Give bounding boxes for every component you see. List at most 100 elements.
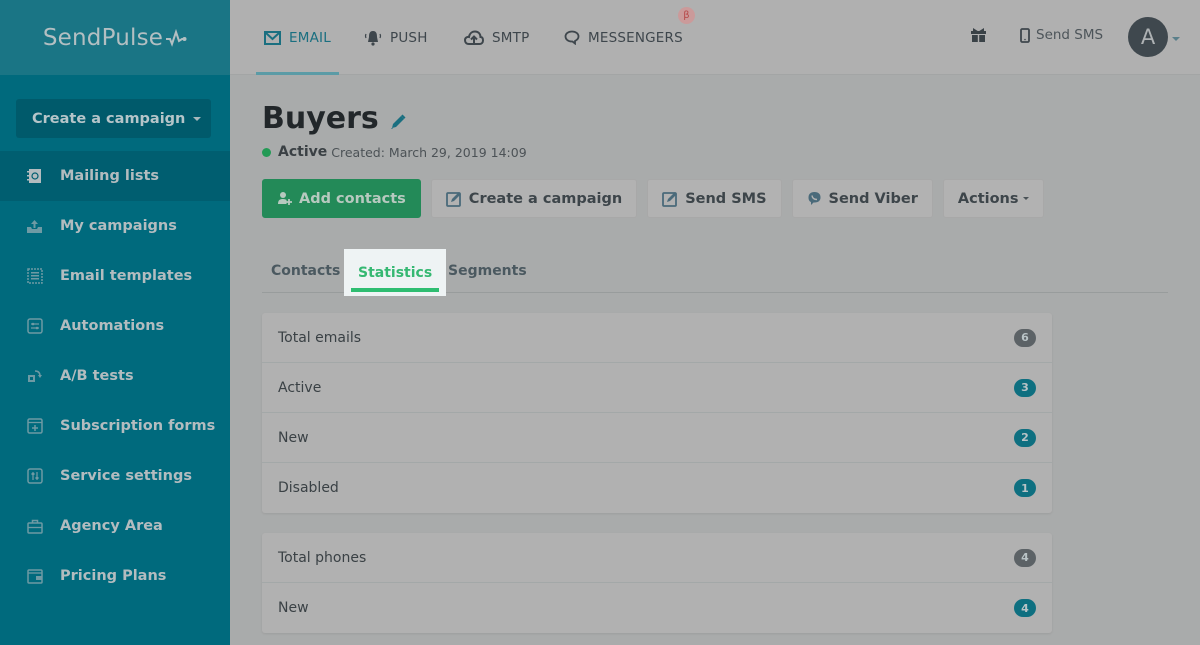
top-tab-label: SMTP [492, 29, 530, 46]
pencil-icon[interactable] [389, 113, 407, 131]
phone-stats-card: Total phones 4 New 4 [262, 533, 1052, 633]
count-badge: 1 [1014, 479, 1036, 497]
top-tab-label: EMAIL [289, 29, 331, 46]
caret-down-icon[interactable] [193, 117, 201, 121]
actions-dropdown-button[interactable]: Actions [942, 179, 1044, 218]
main-content: Buyers Active Created: March 29, 2019 14… [230, 76, 1200, 645]
status-badge: Active [278, 144, 328, 160]
list-meta: Active Created: March 29, 2019 14:09 [262, 144, 527, 160]
sidebar-item-subscription-forms[interactable]: Subscription forms [0, 401, 230, 451]
create-campaign-label: Create a campaign [32, 110, 186, 127]
send-sms-link[interactable]: Send SMS [1020, 0, 1103, 70]
settings-sliders-icon [26, 468, 43, 485]
sidebar-item-label: My campaigns [60, 218, 177, 234]
add-user-icon [277, 191, 292, 206]
page-title: Buyers [262, 101, 379, 136]
sidebar-nav: Mailing lists My campaigns Email templat… [0, 151, 230, 601]
send-sms-label: Send SMS [1036, 27, 1104, 43]
created-date: Created: March 29, 2019 14:09 [331, 144, 527, 160]
sidebar-item-pricing-plans[interactable]: Pricing Plans [0, 551, 230, 601]
send-sms-button[interactable]: Send SMS [647, 179, 782, 218]
create-campaign-action-button[interactable]: Create a campaign [430, 179, 638, 218]
sidebar-item-label: A/B tests [60, 368, 134, 384]
tab-contacts[interactable]: Contacts [271, 249, 340, 293]
top-tab-smtp[interactable]: SMTP [464, 0, 529, 75]
stats-row: Active 3 [262, 363, 1052, 413]
sidebar-item-agency-area[interactable]: Agency Area [0, 501, 230, 551]
sidebar-item-label: Mailing lists [60, 168, 160, 184]
sidebar-item-email-templates[interactable]: Email templates [0, 251, 230, 301]
tab-label: Contacts [271, 263, 341, 279]
top-tab-label: MESSENGERS [588, 29, 683, 46]
stats-row: Disabled 1 [262, 463, 1052, 513]
top-bar: EMAIL PUSH SMTP MESSENGERS β Send SMS A [230, 0, 1200, 75]
sidebar-item-label: Agency Area [60, 518, 163, 534]
button-label: Add contacts [299, 190, 406, 207]
stat-label: Disabled [278, 480, 339, 496]
form-icon [26, 418, 43, 435]
beta-badge: β [678, 7, 695, 24]
add-contacts-button[interactable]: Add contacts [262, 179, 421, 218]
email-stats-card: Total emails 6 Active 3 New 2 Disabled 1 [262, 313, 1052, 513]
status-dot [262, 147, 271, 157]
count-badge: 6 [1014, 328, 1036, 347]
logo[interactable]: SendPulse [43, 25, 187, 51]
sidebar-item-label: Automations [60, 318, 165, 334]
viber-icon [807, 191, 822, 206]
automation-icon [26, 318, 43, 335]
ab-test-icon [26, 368, 43, 385]
edit-square-icon [445, 191, 462, 207]
action-buttons: Add contacts Create a campaign Send SMS … [262, 179, 1044, 218]
sidebar-item-mailing-lists[interactable]: Mailing lists [0, 151, 230, 201]
gift-icon[interactable] [970, 26, 987, 47]
caret-down-icon[interactable] [1172, 37, 1180, 41]
caret-down-icon [1022, 197, 1029, 200]
tab-segments[interactable]: Segments [448, 249, 527, 293]
sidebar: SendPulse Create a campaign Mailing list… [0, 0, 230, 645]
count-badge: 2 [1014, 428, 1036, 447]
template-icon [26, 268, 43, 285]
create-campaign-button[interactable]: Create a campaign [16, 99, 211, 138]
upload-tray-icon [26, 218, 43, 235]
count-badge: 4 [1014, 599, 1036, 617]
tab-label: Segments [448, 263, 527, 279]
stat-label: New [278, 600, 309, 616]
chat-bubble-icon [564, 30, 580, 45]
sidebar-item-my-campaigns[interactable]: My campaigns [0, 201, 230, 251]
edit-square-icon [662, 191, 678, 207]
sidebar-item-label: Service settings [60, 468, 192, 484]
stat-label: Active [278, 379, 322, 396]
button-label: Send Viber [828, 190, 918, 207]
sidebar-item-label: Subscription forms [60, 418, 216, 434]
top-tab-label: PUSH [390, 29, 428, 46]
button-label: Create a campaign [468, 190, 623, 207]
sidebar-item-ab-tests[interactable]: A/B tests [0, 351, 230, 401]
button-label: Send SMS [685, 190, 767, 207]
send-viber-button[interactable]: Send Viber [791, 179, 933, 218]
brand-name: SendPulse [42, 24, 164, 51]
logo-area: SendPulse [0, 0, 230, 75]
tab-statistics[interactable]: Statistics [344, 249, 447, 296]
button-label: Actions [957, 190, 1019, 207]
pulse-icon [166, 28, 187, 47]
top-tab-email[interactable]: EMAIL [256, 0, 339, 75]
list-tabs: Contacts Statistics Segments [262, 249, 1168, 296]
stats-row: New 4 [262, 583, 1052, 633]
envelope-icon [264, 30, 281, 45]
stat-label: Total emails [278, 329, 362, 346]
cloud-upload-icon [464, 30, 484, 45]
sidebar-item-service-settings[interactable]: Service settings [0, 451, 230, 501]
wallet-icon [26, 568, 43, 585]
stats-row: Total phones 4 [262, 533, 1052, 583]
top-tab-messengers[interactable]: MESSENGERS [564, 0, 683, 75]
sidebar-item-label: Email templates [60, 268, 193, 284]
bell-icon [364, 30, 382, 46]
title-row: Buyers [262, 101, 407, 136]
mailing-list-icon [26, 168, 43, 185]
sidebar-item-automations[interactable]: Automations [0, 301, 230, 351]
top-tab-push[interactable]: PUSH [364, 0, 428, 75]
mobile-phone-icon [1020, 27, 1030, 43]
count-badge: 3 [1014, 378, 1036, 397]
avatar[interactable]: A [1128, 17, 1168, 57]
stats-row: Total emails 6 [262, 313, 1052, 363]
